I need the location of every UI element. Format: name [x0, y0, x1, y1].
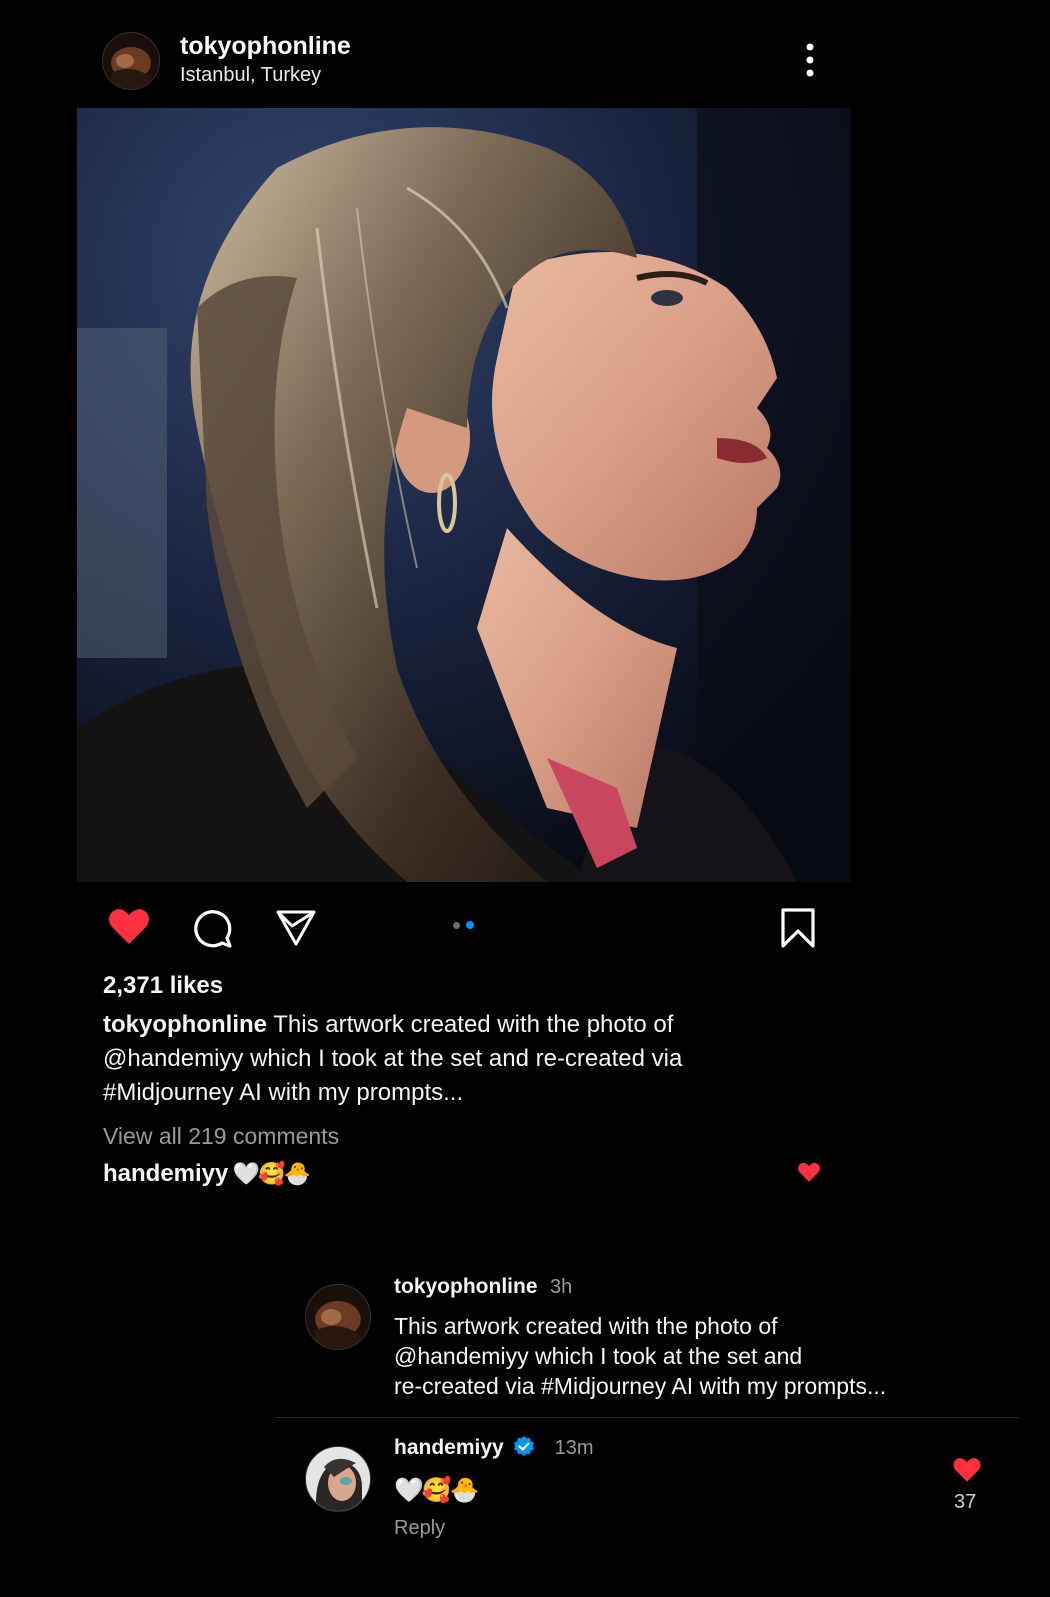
top-comment-username[interactable]: handemiyy — [103, 1160, 228, 1187]
avatar-image — [103, 33, 159, 89]
carousel-dot-2-active — [466, 921, 474, 929]
caption-line-1: tokyophonline This artwork created with … — [103, 1008, 743, 1042]
top-comment: handemiyy 🤍🥰🐣 — [103, 1160, 311, 1188]
more-vertical-icon — [806, 43, 814, 77]
carousel-dot-1 — [453, 922, 460, 929]
thread-comment-1-username[interactable]: tokyophonline — [394, 1275, 538, 1298]
likes-count[interactable]: 2,371 likes — [103, 972, 223, 1000]
like-button[interactable] — [107, 906, 151, 946]
caption-text-1: This artwork created with the photo of — [273, 1011, 674, 1038]
thread-comment-2-like-button[interactable] — [952, 1456, 982, 1483]
view-all-comments-link[interactable]: View all 219 comments — [103, 1123, 339, 1150]
thread-comment-1-line-2: @handemiyy which I took at the set and — [394, 1343, 803, 1369]
caption-username[interactable]: tokyophonline — [103, 1011, 267, 1038]
caption-line-2: @handemiyy which I took at the set and r… — [103, 1045, 683, 1072]
heart-filled-icon — [109, 909, 149, 944]
post-author-username[interactable]: tokyophonline — [180, 32, 351, 61]
thread-comment-2-text: 🤍🥰🐣 — [394, 1477, 480, 1504]
thread-comment-2-header: handemiyy 13m — [394, 1435, 594, 1460]
reply-button[interactable]: Reply — [394, 1517, 445, 1540]
share-button[interactable] — [276, 909, 316, 947]
thread-comment-1-text: This artwork created with the photo of @… — [394, 1311, 954, 1401]
thread-comment-2-like-count: 37 — [954, 1491, 977, 1513]
avatar-image — [306, 1447, 370, 1511]
thread-avatar-tokyophonline[interactable] — [305, 1284, 371, 1350]
carousel-indicator — [453, 921, 477, 931]
thread-comment-1-header: tokyophonline 3h — [394, 1275, 572, 1299]
post-author-avatar[interactable] — [102, 32, 160, 90]
more-options-button[interactable] — [803, 42, 817, 78]
post-caption: tokyophonline This artwork created with … — [103, 1008, 743, 1110]
thread-comment-1-time: 3h — [549, 1276, 573, 1298]
top-comment-like-button[interactable] — [797, 1161, 821, 1183]
portrait-artwork — [77, 108, 851, 882]
avatar-image — [306, 1285, 370, 1349]
thread-comment-2-username[interactable]: handemiyy — [394, 1436, 504, 1459]
comment-button[interactable] — [191, 907, 233, 949]
thread-comment-1-line-3: re-created via #Midjourney AI with my pr… — [394, 1373, 887, 1399]
thread-avatar-handemiyy[interactable] — [305, 1446, 371, 1512]
paper-plane-icon — [276, 910, 316, 946]
heart-filled-icon — [798, 1162, 820, 1182]
thread-comment-1-line-1: This artwork created with the photo of — [394, 1313, 778, 1339]
save-button[interactable] — [780, 907, 816, 949]
heart-filled-icon — [953, 1458, 981, 1482]
post-location[interactable]: Istanbul, Turkey — [180, 64, 321, 87]
comment-bubble-icon — [194, 910, 232, 948]
thread-divider — [275, 1417, 1020, 1418]
thread-comment-2-time: 13m — [554, 1437, 594, 1459]
verified-badge-icon — [514, 1436, 535, 1456]
caption-line-3: #Midjourney AI with my prompts... — [103, 1079, 464, 1106]
post-image[interactable] — [77, 108, 851, 882]
top-comment-text: 🤍🥰🐣 — [232, 1161, 311, 1186]
bookmark-icon — [781, 908, 815, 948]
